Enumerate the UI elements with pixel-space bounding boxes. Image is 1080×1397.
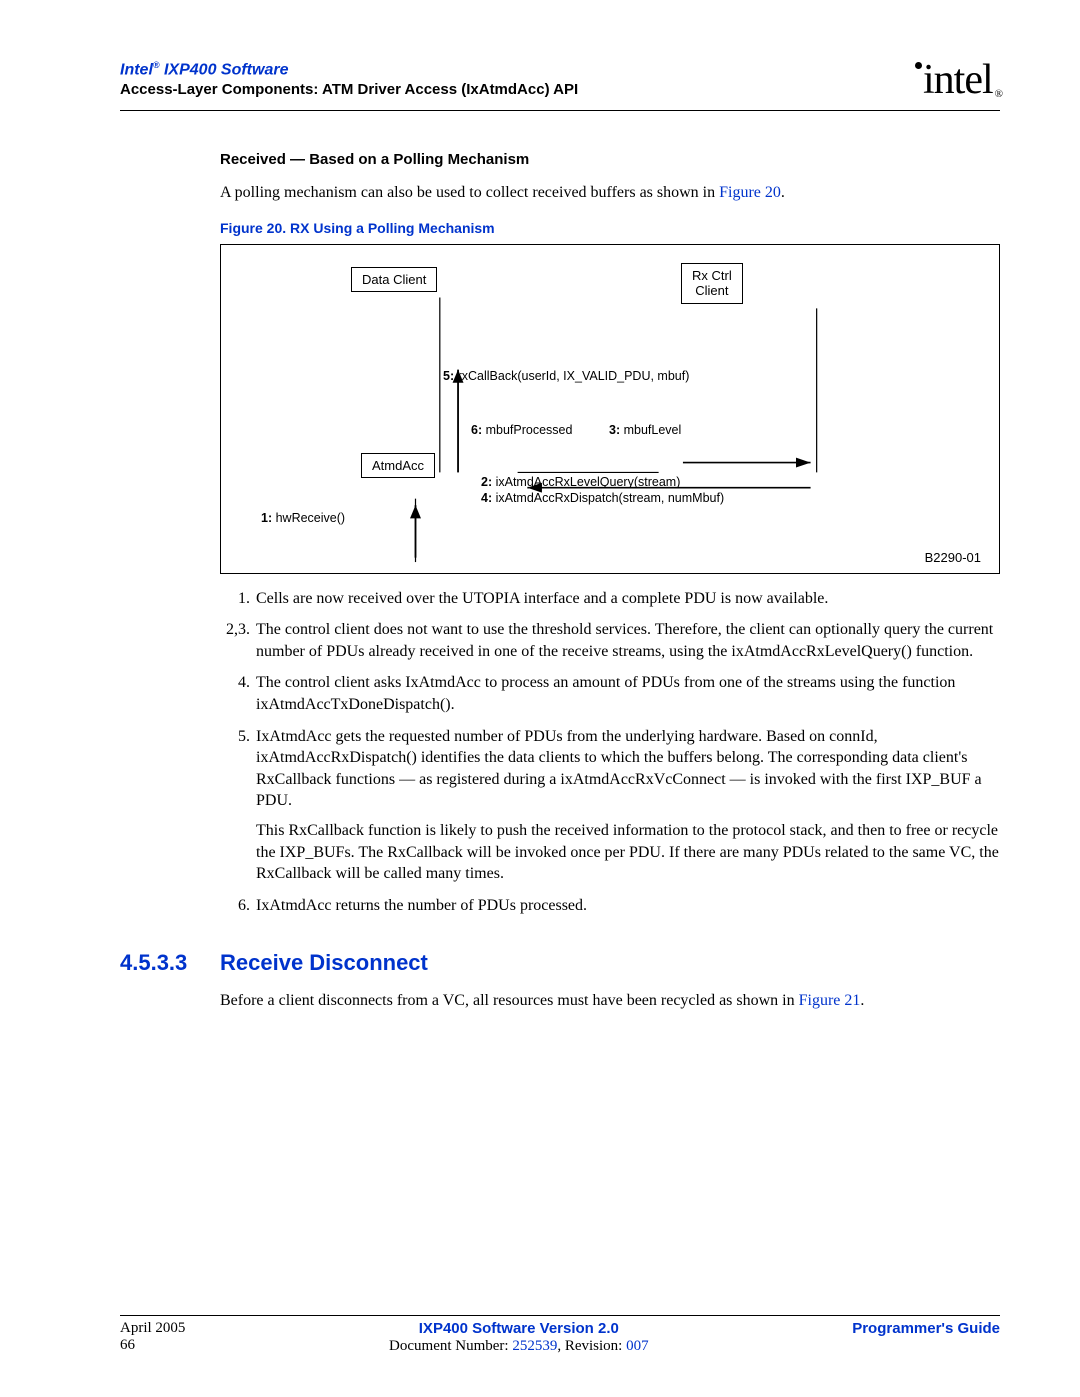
- item-num: 4.: [220, 672, 256, 715]
- intro-text-b: .: [781, 184, 785, 201]
- list-item: 1. Cells are now received over the UTOPI…: [220, 588, 1000, 610]
- logo-dot-icon: [915, 62, 922, 69]
- logo-registered: ®: [995, 88, 1002, 100]
- label-4-text: ixAtmdAccRxDispatch(stream, numMbuf): [492, 491, 724, 505]
- item-num: 5.: [220, 726, 256, 885]
- doc-revision: 007: [626, 1338, 649, 1354]
- page-header: Intel® IXP400 Software Access-Layer Comp…: [120, 60, 1000, 111]
- label-3: 3: mbufLevel: [609, 423, 681, 437]
- list-item: 6. IxAtmdAcc returns the number of PDUs …: [220, 895, 1000, 917]
- label-3-text: mbufLevel: [620, 423, 681, 437]
- item-num: 1.: [220, 588, 256, 610]
- footer-docline: Document Number: 252539, Revision: 007: [389, 1338, 649, 1354]
- doc-label-a: Document Number:: [389, 1338, 512, 1354]
- logo-text: intel: [923, 57, 993, 103]
- data-client-box: Data Client: [351, 267, 437, 292]
- registered-mark: ®: [153, 60, 160, 70]
- label-5-text: rxCallBack(userId, IX_VALID_PDU, mbuf): [454, 369, 689, 383]
- section2-text-b: .: [860, 992, 864, 1009]
- list-item: 5. IxAtmdAcc gets the requested number o…: [220, 726, 1000, 885]
- figure-diagram: Data Client Rx Ctrl Client AtmdAcc 5: rx…: [220, 244, 1000, 574]
- item-text: The control client asks IxAtmdAcc to pro…: [256, 672, 1000, 715]
- section-heading: 4.5.3.3 Receive Disconnect: [120, 950, 1000, 976]
- footer-center: IXP400 Software Version 2.0 Document Num…: [185, 1320, 852, 1355]
- subsection-heading: Received — Based on a Polling Mechanism: [220, 151, 1000, 168]
- figure-ref-link[interactable]: Figure 20: [719, 184, 781, 201]
- doc-label-b: , Revision:: [557, 1338, 626, 1354]
- label-1-text: hwReceive(): [272, 511, 345, 525]
- footer-left: April 2005 66: [120, 1320, 185, 1355]
- atmdacc-box: AtmdAcc: [361, 453, 435, 478]
- figure-code: B2290-01: [925, 550, 981, 565]
- list-item: 2,3. The control client does not want to…: [220, 619, 1000, 662]
- label-3-num: 3:: [609, 423, 620, 437]
- intro-text-a: A polling mechanism can also be used to …: [220, 184, 719, 201]
- rx-ctrl-line2: Client: [695, 283, 728, 298]
- label-1-num: 1:: [261, 511, 272, 525]
- section2-text-a: Before a client disconnects from a VC, a…: [220, 992, 799, 1009]
- content: Received — Based on a Polling Mechanism …: [220, 151, 1000, 1012]
- intel-logo: intel®: [915, 56, 1000, 104]
- rx-ctrl-line1: Rx Ctrl: [692, 268, 732, 283]
- intro-paragraph: A polling mechanism can also be used to …: [220, 182, 1000, 204]
- header-subtitle: Access-Layer Components: ATM Driver Acce…: [120, 81, 578, 98]
- footer-date: April 2005: [120, 1320, 185, 1336]
- label-6-num: 6:: [471, 423, 482, 437]
- header-left: Intel® IXP400 Software Access-Layer Comp…: [120, 60, 578, 98]
- label-5: 5: rxCallBack(userId, IX_VALID_PDU, mbuf…: [443, 369, 689, 383]
- label-6: 6: mbufProcessed: [471, 423, 572, 437]
- figure-caption: Figure 20. RX Using a Polling Mechanism: [220, 220, 1000, 236]
- section-number: 4.5.3.3: [120, 950, 220, 976]
- figure21-link[interactable]: Figure 21: [799, 992, 861, 1009]
- numbered-list: 1. Cells are now received over the UTOPI…: [220, 588, 1000, 917]
- doc-number: 252539: [512, 1338, 557, 1354]
- footer-version: IXP400 Software Version 2.0: [419, 1320, 619, 1337]
- item5-p1: IxAtmdAcc gets the requested number of P…: [256, 728, 982, 810]
- label-4: 4: ixAtmdAccRxDispatch(stream, numMbuf): [481, 491, 724, 505]
- product-name: Intel® IXP400 Software: [120, 60, 578, 79]
- list-item: 4. The control client asks IxAtmdAcc to …: [220, 672, 1000, 715]
- page: Intel® IXP400 Software Access-Layer Comp…: [0, 0, 1080, 1397]
- label-4-num: 4:: [481, 491, 492, 505]
- product-prefix: Intel: [120, 61, 153, 78]
- label-5-num: 5:: [443, 369, 454, 383]
- item-num: 2,3.: [220, 619, 256, 662]
- label-2: 2: ixAtmdAccRxLevelQuery(stream): [481, 475, 680, 489]
- rx-ctrl-client-box: Rx Ctrl Client: [681, 263, 743, 304]
- label-2-num: 2:: [481, 475, 492, 489]
- item-text: The control client does not want to use …: [256, 619, 1000, 662]
- item5-p2: This RxCallback function is likely to pu…: [256, 820, 1000, 885]
- item-num: 6.: [220, 895, 256, 917]
- label-6-text: mbufProcessed: [482, 423, 572, 437]
- footer-right: Programmer's Guide: [852, 1320, 1000, 1355]
- section-title: Receive Disconnect: [220, 950, 428, 976]
- item-text: Cells are now received over the UTOPIA i…: [256, 588, 1000, 610]
- item-text: IxAtmdAcc returns the number of PDUs pro…: [256, 895, 1000, 917]
- label-1: 1: hwReceive(): [261, 511, 345, 525]
- label-2-text: ixAtmdAccRxLevelQuery(stream): [492, 475, 680, 489]
- section2-paragraph: Before a client disconnects from a VC, a…: [220, 990, 1000, 1012]
- page-footer: April 2005 66 IXP400 Software Version 2.…: [120, 1315, 1000, 1355]
- product-suffix: IXP400 Software: [160, 61, 289, 78]
- footer-page: 66: [120, 1337, 135, 1353]
- item-text: IxAtmdAcc gets the requested number of P…: [256, 726, 1000, 885]
